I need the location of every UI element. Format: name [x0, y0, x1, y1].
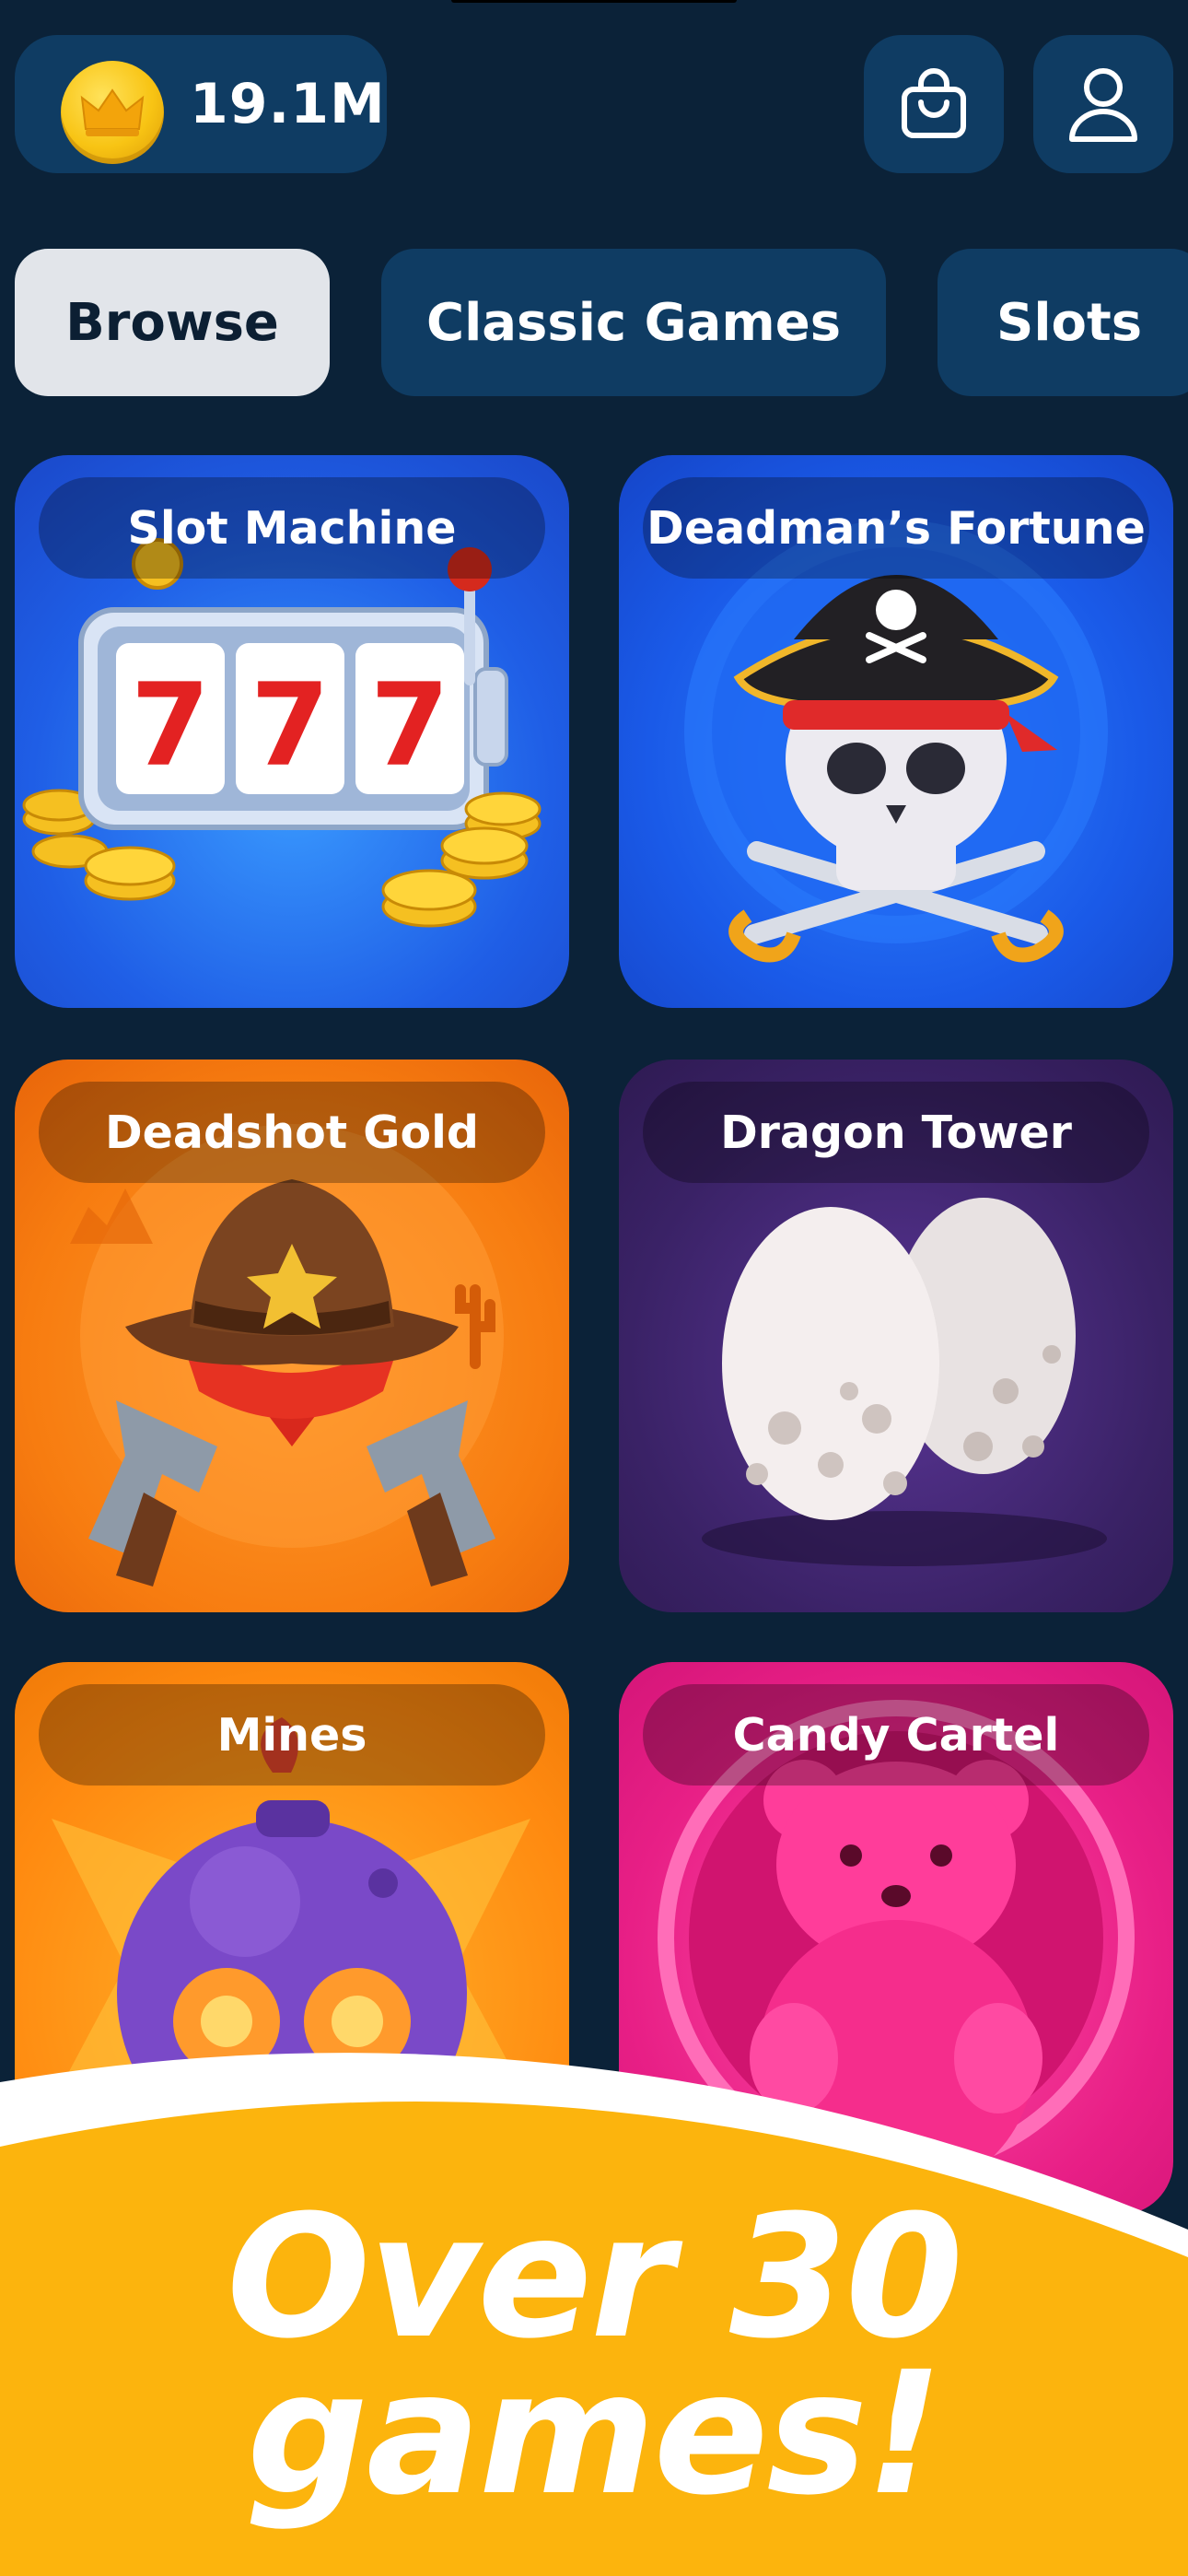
- game-card-slot-machine[interactable]: Slot Machine 7 7 7: [15, 455, 569, 1008]
- game-card-deadmans-fortune[interactable]: Deadman’s Fortune: [619, 455, 1173, 1008]
- tab-slots[interactable]: Slots: [938, 249, 1188, 396]
- coin-balance[interactable]: 19.1M: [15, 35, 387, 173]
- game-title: Slot Machine: [39, 477, 545, 579]
- game-title: Dragon Tower: [643, 1082, 1149, 1183]
- user-profile-icon: [1069, 68, 1137, 142]
- shopping-bag-icon: [902, 68, 966, 138]
- balance-amount: 19.1M: [190, 72, 386, 136]
- svg-text:7: 7: [131, 660, 210, 792]
- promo-banner: Over 30 games!: [0, 2036, 1188, 2576]
- svg-text:7: 7: [250, 660, 330, 792]
- game-title: Candy Cartel: [643, 1684, 1149, 1786]
- crown-coin-icon: [61, 61, 164, 164]
- svg-text:7: 7: [370, 660, 449, 792]
- shop-button[interactable]: [864, 35, 1004, 173]
- game-title: Deadman’s Fortune: [643, 477, 1149, 579]
- profile-button[interactable]: [1033, 35, 1173, 173]
- tab-browse[interactable]: Browse: [15, 249, 330, 396]
- game-title: Mines: [39, 1684, 545, 1786]
- promo-headline-line-2: games!: [247, 2336, 943, 2533]
- device-notch: [451, 0, 737, 3]
- tab-classic-games[interactable]: Classic Games: [381, 249, 886, 396]
- game-card-dragon-tower[interactable]: Dragon Tower: [619, 1060, 1173, 1612]
- game-card-deadshot-gold[interactable]: Deadshot Gold: [15, 1060, 569, 1612]
- game-title: Deadshot Gold: [39, 1082, 545, 1183]
